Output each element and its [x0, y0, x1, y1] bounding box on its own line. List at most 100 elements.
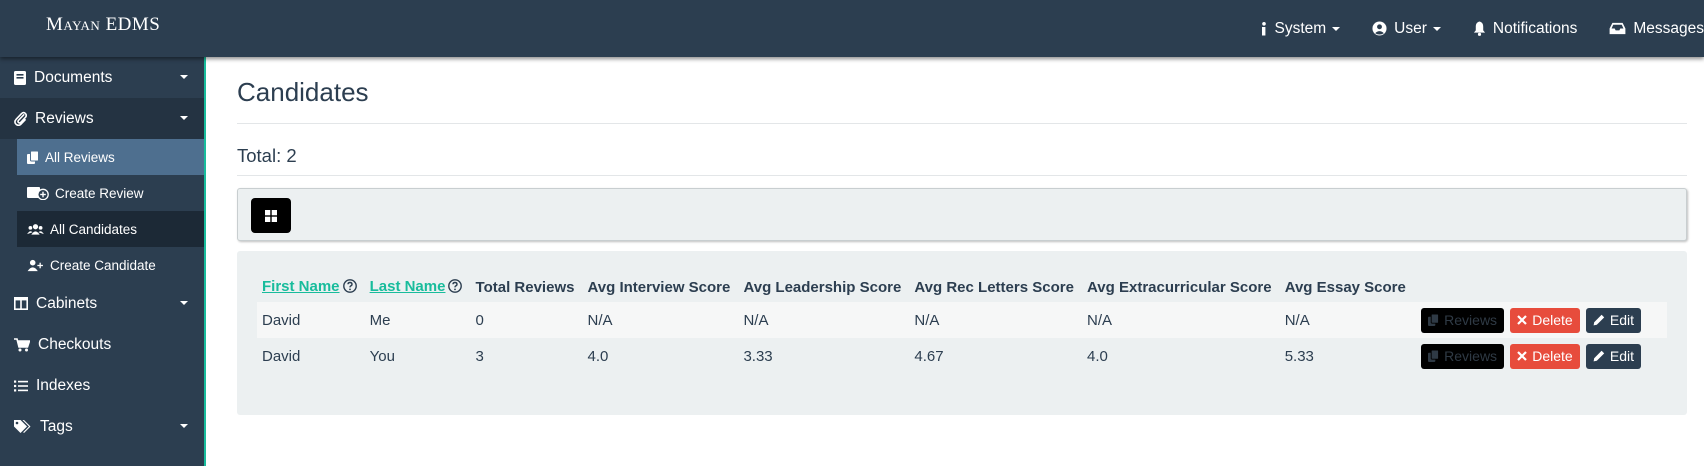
sidebar-item-cabinets[interactable]: Cabinets — [0, 283, 204, 324]
list-toolbar — [237, 188, 1687, 241]
cell-avg-extracurricular: 4.0 — [1087, 347, 1108, 365]
system-menu[interactable]: System — [1261, 19, 1341, 38]
question-circle-icon[interactable] — [342, 279, 357, 297]
copy-icon — [1428, 350, 1440, 362]
cell-first-name: David — [257, 302, 365, 338]
sort-first-name-link[interactable]: First Name — [262, 278, 340, 295]
table-row: David You 3 4.0 3.33 4.67 4.0 5.33 Revie… — [257, 338, 1667, 374]
cart-icon — [14, 337, 30, 351]
question-circle-icon[interactable] — [448, 279, 463, 297]
divider — [237, 123, 1687, 124]
sidebar-item-checkouts[interactable]: Checkouts — [0, 324, 204, 365]
delete-button[interactable]: Delete — [1510, 343, 1580, 369]
pencil-icon — [1593, 350, 1605, 362]
sidebar-item-reviews[interactable]: Reviews — [0, 98, 204, 139]
cell-total-reviews: 0 — [470, 302, 583, 338]
edit-button-label: Edit — [1609, 312, 1634, 328]
cell-first-name: David — [262, 347, 301, 365]
cell-avg-rec-letters: N/A — [909, 302, 1083, 338]
sidebar-item-label: Reviews — [35, 109, 94, 127]
bell-icon — [1473, 21, 1485, 36]
list-icon — [14, 380, 28, 391]
sidebar-item-label: Checkouts — [38, 335, 112, 353]
edit-button[interactable]: Edit — [1585, 343, 1641, 369]
cell-actions: Reviews Delete Edit — [1413, 302, 1667, 338]
cell-avg-extracurricular: N/A — [1082, 302, 1280, 338]
chevron-down-icon — [1432, 26, 1441, 31]
chevron-down-icon — [180, 301, 188, 305]
sidebar-subitem-all-candidates[interactable]: All Candidates — [17, 211, 204, 247]
sidebar-item-documents[interactable]: Documents — [0, 57, 204, 98]
delete-button-label: Delete — [1532, 312, 1573, 328]
user-circle-icon — [1372, 21, 1387, 36]
sidebar-subitem-label: All Reviews — [45, 149, 115, 165]
chevron-down-icon — [180, 75, 188, 79]
candidates-panel: First Name Last Name Total Reviews Avg I… — [237, 251, 1687, 415]
chevron-down-icon — [180, 424, 188, 428]
cell-total-reviews: 3 — [475, 347, 484, 365]
divider — [237, 175, 1687, 176]
page-title: Candidates — [237, 77, 369, 107]
times-icon — [1517, 315, 1528, 325]
chevron-down-icon — [1332, 26, 1341, 31]
delete-button[interactable]: Delete — [1510, 307, 1580, 333]
column-total-reviews: Total Reviews — [475, 279, 575, 296]
sidebar: Documents Reviews All Reviews Create Rev… — [0, 57, 206, 466]
inbox-icon — [1609, 22, 1626, 35]
pencil-icon — [1593, 314, 1605, 326]
system-menu-label: System — [1274, 19, 1327, 37]
table-row: David Me 0 N/A N/A N/A N/A N/A Reviews D… — [257, 302, 1667, 338]
brand-logo[interactable]: Mayan EDMS — [46, 14, 160, 36]
notifications-link[interactable]: Notifications — [1473, 20, 1577, 38]
column-avg-essay: Avg Essay Score — [1284, 279, 1406, 296]
top-nav-menu: System User Notifications Messages — [1229, 0, 1704, 57]
sidebar-subitem-all-reviews[interactable]: All Reviews — [17, 139, 204, 175]
cell-avg-rec-letters: 4.67 — [914, 347, 944, 365]
messages-link[interactable]: Messages — [1609, 20, 1704, 38]
edit-button[interactable]: Edit — [1585, 307, 1641, 333]
cell-avg-essay: N/A — [1279, 302, 1414, 338]
sidebar-subitem-label: Create Candidate — [50, 257, 156, 273]
reviews-button-label: Reviews — [1444, 348, 1498, 364]
sidebar-item-label: Cabinets — [36, 294, 98, 312]
notifications-label: Notifications — [1492, 19, 1578, 37]
column-avg-interview: Avg Interview Score — [587, 279, 731, 296]
sidebar-item-label: Tags — [40, 417, 73, 435]
cell-last-name: You — [369, 347, 395, 365]
messages-label: Messages — [1633, 19, 1704, 37]
column-avg-extracurricular: Avg Extracurricular Score — [1087, 279, 1272, 296]
sort-last-name-link[interactable]: Last Name — [370, 278, 446, 295]
column-actions — [1414, 273, 1667, 302]
reviews-button[interactable]: Reviews — [1421, 343, 1505, 369]
user-menu[interactable]: User — [1372, 20, 1441, 38]
grid-icon — [265, 209, 277, 222]
copy-icon — [1428, 314, 1440, 326]
copy-icon — [27, 150, 39, 164]
cell-avg-leadership: N/A — [738, 302, 910, 338]
cell-actions: Reviews Delete Edit — [1414, 338, 1667, 374]
user-plus-icon — [27, 259, 43, 271]
toggle-view-button[interactable] — [251, 198, 291, 233]
times-icon — [1517, 351, 1528, 361]
book-icon — [14, 70, 26, 85]
sidebar-item-tags[interactable]: Tags — [0, 406, 204, 447]
delete-button-label: Delete — [1532, 348, 1573, 364]
chevron-down-icon — [180, 116, 188, 120]
cell-avg-interview: N/A — [582, 302, 739, 338]
cell-avg-leadership: 3.33 — [743, 347, 773, 365]
sidebar-item-label: Indexes — [36, 376, 91, 394]
column-avg-rec-letters: Avg Rec Letters Score — [914, 279, 1074, 296]
cell-avg-essay: 5.33 — [1284, 347, 1314, 365]
candidates-table: First Name Last Name Total Reviews Avg I… — [257, 273, 1667, 374]
user-menu-label: User — [1394, 19, 1427, 37]
sidebar-subitem-create-candidate[interactable]: Create Candidate — [17, 247, 204, 283]
column-last-name: Last Name — [365, 273, 471, 302]
sidebar-subitem-create-review[interactable]: Create Review — [17, 175, 204, 211]
sidebar-subitem-label: Create Review — [55, 185, 144, 201]
reviews-button[interactable]: Reviews — [1421, 307, 1505, 333]
columns-icon — [14, 297, 28, 310]
top-navbar: Mayan EDMS System User Notifications Mes… — [0, 0, 1704, 57]
column-first-name: First Name — [257, 273, 365, 302]
sidebar-item-indexes[interactable]: Indexes — [0, 365, 204, 406]
info-icon — [1262, 21, 1267, 35]
